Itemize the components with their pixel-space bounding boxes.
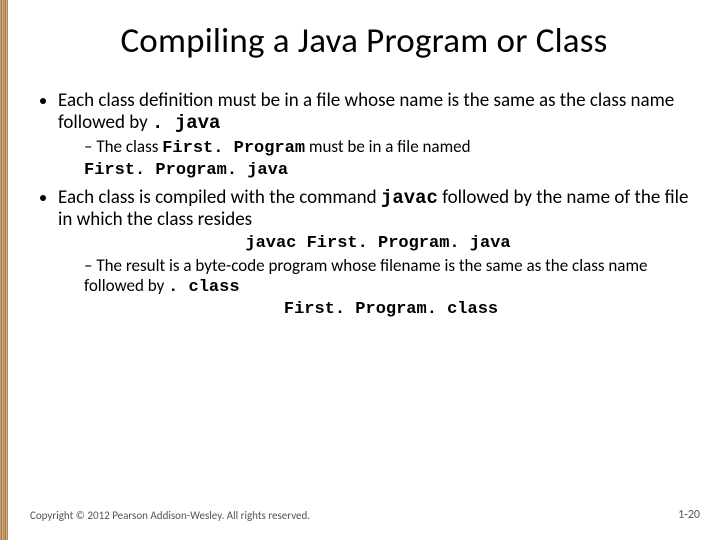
code-class-ext: . class — [168, 278, 239, 297]
code-line-class: First. Program. class — [84, 300, 698, 320]
bullet-1: Each class definition must be in a file … — [58, 90, 698, 181]
page-number: 1-20 — [678, 508, 700, 522]
bullet-1-sub-pre: The class — [96, 136, 162, 157]
code-javac: javac — [381, 187, 438, 209]
bullet-2: Each class is compiled with the command … — [58, 187, 698, 320]
code-line-javac: javac First. Program. java — [58, 234, 698, 254]
bullet-1-sub: The class First. Program must be in a fi… — [84, 137, 698, 181]
code-firstprogram-java: First. Program. java — [84, 161, 288, 180]
code-java-ext: . java — [152, 112, 220, 134]
bullet-2-pre: Each class is compiled with the command — [58, 186, 381, 209]
copyright-footer: Copyright © 2012 Pearson Addison-Wesley.… — [30, 509, 310, 522]
code-firstprogram: First. Program — [162, 139, 305, 158]
bullet-1-sub-mid: must be in a file named — [305, 136, 471, 157]
slide: Compiling a Java Program or Class Each c… — [8, 0, 720, 540]
bullet-2-sub: The result is a byte-code program whose … — [84, 256, 698, 320]
bullet-1-text: Each class definition must be in a file … — [58, 89, 674, 134]
slide-content: Each class definition must be in a file … — [8, 90, 720, 320]
slide-title: Compiling a Java Program or Class — [8, 20, 720, 62]
decorative-stripe — [0, 0, 8, 540]
